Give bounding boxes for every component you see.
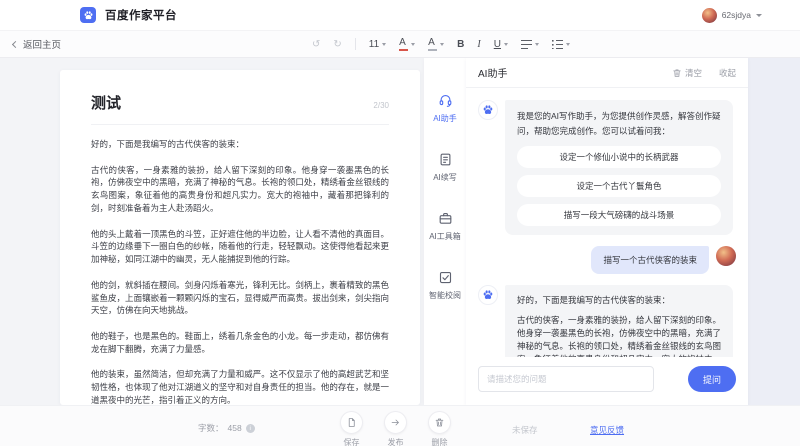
doc-paragraph[interactable]: 他的装束，虽然简洁，但却充满了力量和威严。这不仅显示了他的高超武艺和坚韧性格，也… — [91, 368, 389, 405]
ai-message: 好的，下面是我编写的古代侠客的装束： 古代的侠客，一身素雅的装扮，给人留下深刻的… — [478, 285, 736, 357]
suggestion-pill[interactable]: 设定一个古代丫鬟角色 — [517, 175, 721, 197]
document-title-input[interactable]: 测试 — [91, 92, 121, 113]
user-message-bubble: 描写一个古代侠客的装束 — [591, 246, 709, 274]
app-header: 百度作家平台 62sjdya — [0, 0, 800, 30]
doc-paragraph[interactable]: 他的头上戴着一顶黑色的斗笠，正好遮住他的半边脸，让人看不清他的真面目。斗笠的边缘… — [91, 228, 389, 266]
ai-message: 我是您的AI写作助手，为您提供创作灵感，解答创作疑问，帮助您完成创作。您可以试着… — [478, 100, 736, 235]
status-footer: 字数：458 i 保存 发布 删除 未保存 意见反馈 — [0, 405, 800, 446]
save-button[interactable]: 保存 — [340, 411, 363, 446]
question-input[interactable] — [478, 366, 654, 392]
underline-button[interactable]: U — [494, 39, 508, 50]
title-divider — [91, 124, 389, 125]
file-icon — [346, 417, 357, 428]
ai-reply-bubble: 好的，下面是我编写的古代侠客的装束： 古代的侠客，一身素雅的装扮，给人留下深刻的… — [505, 285, 733, 357]
delete-button[interactable]: 删除 — [428, 411, 451, 446]
user-menu[interactable]: 62sjdya — [702, 8, 762, 23]
chevron-down-icon — [535, 43, 539, 46]
ai-reply-body: 古代的侠客，一身素雅的装扮，给人留下深刻的印象。他身穿一袭墨黑色的长袍，仿佛夜空… — [517, 314, 721, 357]
user-avatar[interactable] — [702, 8, 717, 23]
ai-paw-avatar-icon — [478, 285, 498, 305]
align-dropdown[interactable] — [521, 39, 539, 49]
feedback-link[interactable]: 意见反馈 — [590, 424, 624, 436]
chevron-down-icon — [411, 43, 415, 46]
list-icon — [552, 39, 563, 49]
info-icon[interactable]: i — [246, 424, 255, 433]
document-body-editor[interactable]: 好的，下面是我编写的古代侠客的装束： 古代的侠客，一身素雅的装扮，给人留下深刻的… — [91, 138, 389, 405]
highlight-color-button[interactable]: A — [428, 38, 444, 51]
app-title: 百度作家平台 — [105, 7, 177, 23]
highlight-color-swatch — [428, 49, 437, 51]
chat-header: AI助手 清空 收起 — [466, 58, 748, 88]
ai-reply-intro: 好的，下面是我编写的古代侠客的装束： — [517, 294, 721, 307]
briefcase-icon — [438, 211, 453, 226]
chevron-down-icon — [566, 43, 570, 46]
chevron-down-icon — [382, 43, 386, 46]
publish-button[interactable]: 发布 — [384, 411, 407, 446]
suggestion-pill[interactable]: 设定一个修仙小说中的长柄武器 — [517, 146, 721, 168]
ai-assistant-panel: AI助手 清空 收起 我是您的AI写作助手，为您提供创作灵感，解答创作疑问，帮助… — [466, 58, 748, 405]
font-color-button[interactable]: A — [399, 38, 415, 51]
doc-paragraph[interactable]: 他的鞋子，也是黑色的。鞋面上，绣着几条金色的小龙。每一步走动，都仿佛有龙在脚下翻… — [91, 330, 389, 356]
redo-button[interactable]: ↻ — [333, 39, 341, 50]
doc-paragraph[interactable]: 他的剑，就斜插在腰间。剑身闪烁着寒光，锋利无比。剑柄上，裹着精致的黑色鲨鱼皮，上… — [91, 279, 389, 317]
ai-intro-text: 我是您的AI写作助手，为您提供创作灵感，解答创作疑问，帮助您完成创作。您可以试着… — [517, 109, 721, 139]
sidebar-item-ai-assistant[interactable]: AI助手 — [433, 93, 457, 124]
sidebar-item-ai-continue[interactable]: AI续写 — [433, 152, 457, 183]
document-editor: 测试 2/30 好的，下面是我编写的古代侠客的装束： 古代的侠客，一身素雅的装扮… — [60, 70, 420, 405]
italic-button[interactable]: I — [477, 39, 480, 50]
trash-icon — [672, 68, 682, 78]
username: 62sjdya — [722, 10, 751, 20]
word-count: 字数：458 i — [198, 422, 255, 434]
sidebar-item-smart-proofread[interactable]: 智能校阅 — [429, 270, 461, 301]
user-message: 描写一个古代侠客的装束 — [478, 246, 736, 274]
unsaved-status: 未保存 — [512, 424, 538, 436]
proofread-check-icon — [438, 270, 453, 285]
suggestion-pill[interactable]: 描写一段大气磅礴的战斗场景 — [517, 204, 721, 226]
chevron-down-icon — [504, 43, 508, 46]
editor-toolbar: 返回主页 ↺ ↻ 11 A A B I U — [0, 30, 800, 58]
ask-button[interactable]: 提问 — [688, 366, 736, 392]
undo-button[interactable]: ↺ — [312, 39, 320, 50]
chat-input-row: 提问 — [466, 357, 748, 405]
sidebar-item-ai-toolbox[interactable]: AI工具箱 — [429, 211, 461, 242]
clear-chat-button[interactable]: 清空 — [672, 67, 702, 79]
list-dropdown[interactable] — [552, 39, 570, 49]
document-pen-icon — [438, 152, 453, 167]
chevron-down-icon — [756, 14, 762, 17]
chat-panel-title: AI助手 — [478, 65, 507, 80]
doc-paragraph[interactable]: 好的，下面是我编写的古代侠客的装束： — [91, 138, 389, 151]
bold-button[interactable]: B — [457, 39, 464, 50]
ai-paw-avatar-icon — [478, 100, 498, 120]
user-avatar — [716, 246, 736, 266]
ai-intro-bubble: 我是您的AI写作助手，为您提供创作灵感，解答创作疑问，帮助您完成创作。您可以试着… — [505, 100, 733, 235]
doc-paragraph[interactable]: 古代的侠客，一身素雅的装扮，给人留下深刻的印象。他身穿一袭墨黑色的长袍，仿佛夜空… — [91, 164, 389, 215]
collapse-panel-button[interactable]: 收起 — [719, 67, 736, 79]
chevron-down-icon — [440, 43, 444, 46]
word-count-value: 458 — [228, 423, 242, 433]
ai-tools-sidebar: AI助手 AI续写 AI工具箱 智能校阅 — [424, 58, 466, 405]
toolbar-divider — [355, 38, 356, 50]
title-char-counter: 2/30 — [373, 101, 389, 110]
headset-icon — [438, 93, 453, 108]
font-color-swatch — [399, 49, 408, 51]
arrow-right-icon — [390, 417, 401, 428]
back-home-button[interactable]: 返回主页 — [13, 37, 61, 51]
font-size-dropdown[interactable]: 11 — [369, 39, 386, 50]
chat-messages: 我是您的AI写作助手，为您提供创作灵感，解答创作疑问，帮助您完成创作。您可以试着… — [466, 88, 748, 357]
align-icon — [521, 39, 532, 49]
baidu-paw-logo-icon — [80, 7, 96, 23]
trash-icon — [434, 417, 445, 428]
chevron-left-icon — [12, 40, 19, 47]
